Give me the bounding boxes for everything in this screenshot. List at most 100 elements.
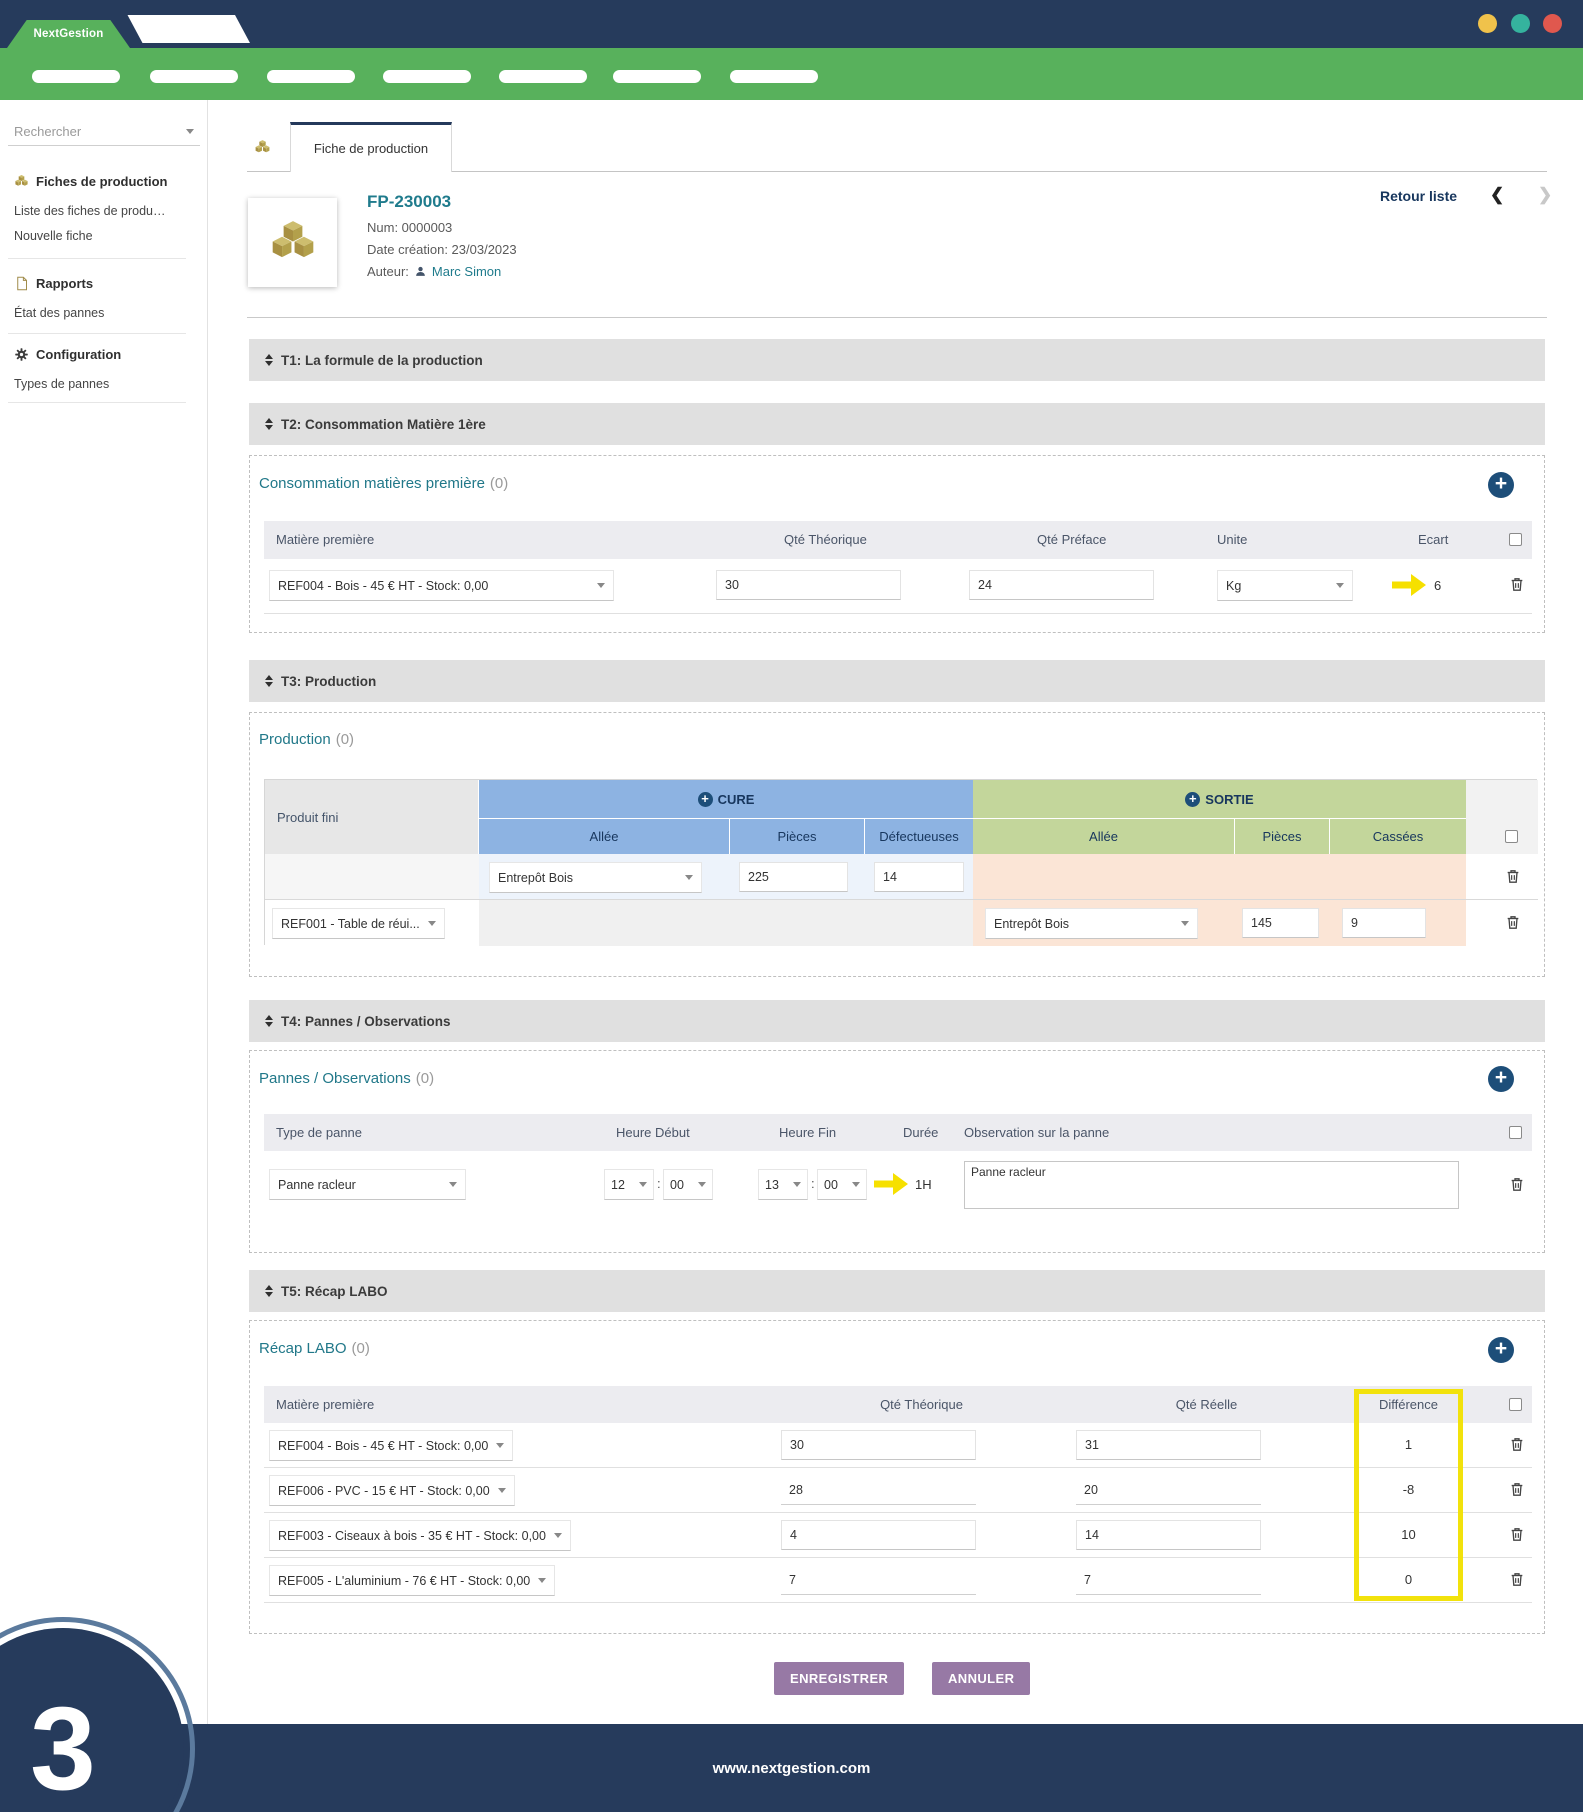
person-icon bbox=[414, 265, 427, 278]
prev-record-chevron[interactable]: ❮ bbox=[1490, 185, 1504, 205]
collapse-icon bbox=[265, 354, 273, 366]
qty-reelle-input[interactable] bbox=[1076, 1520, 1261, 1550]
panel-heading: Production(0) bbox=[259, 731, 354, 748]
qty-theorique-input[interactable] bbox=[781, 1565, 976, 1595]
cubes-icon bbox=[254, 139, 271, 156]
sidebar-item-nouvelle-fiche[interactable]: Nouvelle fiche bbox=[14, 227, 93, 245]
sidebar-item-types-pannes[interactable]: Types de pannes bbox=[14, 375, 109, 393]
window-minimize-dot[interactable] bbox=[1478, 14, 1497, 33]
col-duree: Durée bbox=[903, 1125, 938, 1140]
table-row: Panne racleur 12 : 00 13 : 00 1H Panne bbox=[264, 1151, 1532, 1221]
start-hour-select[interactable]: 12 bbox=[604, 1169, 654, 1200]
material-select[interactable]: REF006 - PVC - 15 € HT - Stock: 0,00 bbox=[269, 1475, 515, 1506]
nav-pill[interactable] bbox=[150, 70, 238, 83]
cure-allee-select[interactable]: Entrepôt Bois bbox=[489, 862, 702, 893]
sortie-group-label: SORTIE bbox=[1205, 792, 1253, 807]
add-row-button[interactable] bbox=[1488, 1066, 1514, 1092]
sortie-pieces-input[interactable] bbox=[1242, 908, 1319, 938]
nav-pill[interactable] bbox=[613, 70, 701, 83]
delete-row-icon[interactable] bbox=[1509, 1481, 1525, 1498]
nav-pill[interactable] bbox=[267, 70, 355, 83]
cubes-icon bbox=[14, 174, 29, 189]
tab-fiche-de-production[interactable]: Fiche de production bbox=[290, 122, 452, 172]
record-thumbnail bbox=[248, 198, 337, 287]
qty-reelle-input[interactable] bbox=[1076, 1430, 1261, 1460]
panel-heading: Consommation matières première(0) bbox=[259, 475, 508, 492]
panel-count: (0) bbox=[416, 1070, 434, 1087]
select-value: 00 bbox=[670, 1178, 684, 1192]
delete-row-icon[interactable] bbox=[1509, 1176, 1525, 1193]
table-row: REF005 - L'aluminium - 76 € HT - Stock: … bbox=[264, 1558, 1532, 1603]
footer: www.nextgestion.com bbox=[0, 1724, 1583, 1812]
sortie-allee-select[interactable]: Entrepôt Bois bbox=[985, 908, 1198, 939]
select-all-checkbox[interactable] bbox=[1509, 1126, 1522, 1139]
nav-pill[interactable] bbox=[32, 70, 120, 83]
produit-fini-select[interactable]: REF001 - Table de réui... bbox=[272, 908, 445, 939]
add-row-button[interactable] bbox=[1488, 1337, 1514, 1363]
delete-row-icon[interactable] bbox=[1509, 1436, 1525, 1453]
add-cure-button[interactable] bbox=[698, 792, 713, 807]
chevron-down-icon bbox=[793, 1182, 801, 1187]
sidebar-item-etat-pannes[interactable]: État des pannes bbox=[14, 304, 104, 322]
report-icon bbox=[14, 276, 29, 291]
section-bar-t3[interactable]: T3: Production bbox=[249, 660, 1545, 702]
select-all-checkbox[interactable] bbox=[1509, 1398, 1522, 1411]
footer-url[interactable]: www.nextgestion.com bbox=[713, 1760, 871, 1777]
cure-defectueuses-input[interactable] bbox=[874, 862, 964, 892]
observation-textarea[interactable]: Panne racleur bbox=[964, 1161, 1459, 1209]
chevron-down-icon bbox=[685, 875, 693, 880]
search-input[interactable]: Rechercher bbox=[8, 118, 200, 146]
material-select[interactable]: REF004 - Bois - 45 € HT - Stock: 0,00 bbox=[269, 570, 614, 601]
sidebar-item-liste-fiches[interactable]: Liste des fiches de produ… bbox=[14, 202, 165, 220]
nav-pill[interactable] bbox=[730, 70, 818, 83]
qty-reelle-input[interactable] bbox=[1076, 1475, 1261, 1505]
qty-theorique-input[interactable] bbox=[781, 1475, 976, 1505]
delete-row-icon[interactable] bbox=[1505, 914, 1521, 931]
unit-select[interactable]: Kg bbox=[1217, 570, 1353, 601]
add-sortie-button[interactable] bbox=[1185, 792, 1200, 807]
next-record-chevron[interactable]: ❯ bbox=[1538, 185, 1552, 205]
chevron-down-icon bbox=[496, 1443, 504, 1448]
cure-pieces-input[interactable] bbox=[739, 862, 848, 892]
back-to-list-link[interactable]: Retour liste bbox=[1380, 188, 1457, 204]
material-select[interactable]: REF004 - Bois - 45 € HT - Stock: 0,00 bbox=[269, 1430, 513, 1461]
qty-theorique-input[interactable] bbox=[781, 1430, 976, 1460]
table-row: REF006 - PVC - 15 € HT - Stock: 0,00 -8 bbox=[264, 1468, 1532, 1513]
start-minute-select[interactable]: 00 bbox=[663, 1169, 713, 1200]
material-select[interactable]: REF005 - L'aluminium - 76 € HT - Stock: … bbox=[269, 1565, 555, 1596]
section-bar-t4[interactable]: T4: Pannes / Observations bbox=[249, 1000, 1545, 1042]
select-all-checkbox[interactable] bbox=[1509, 533, 1522, 546]
sortie-cassees-input[interactable] bbox=[1342, 908, 1426, 938]
table-header: Type de panne Heure Début Heure Fin Duré… bbox=[264, 1114, 1532, 1151]
section-bar-t1[interactable]: T1: La formule de la production bbox=[249, 339, 1545, 381]
save-button[interactable]: ENREGISTRER bbox=[774, 1662, 904, 1695]
chevron-down-icon bbox=[852, 1182, 860, 1187]
window-maximize-dot[interactable] bbox=[1511, 14, 1530, 33]
window-close-dot[interactable] bbox=[1543, 14, 1562, 33]
qty-reelle-input[interactable] bbox=[1076, 1565, 1261, 1595]
nav-pill[interactable] bbox=[383, 70, 471, 83]
delete-row-icon[interactable] bbox=[1505, 868, 1521, 885]
select-all-checkbox[interactable] bbox=[1505, 830, 1518, 843]
qty-preface-input[interactable] bbox=[969, 570, 1154, 600]
nav-pill[interactable] bbox=[499, 70, 587, 83]
section-bar-t2[interactable]: T2: Consommation Matière 1ère bbox=[249, 403, 1545, 445]
end-minute-select[interactable]: 00 bbox=[817, 1169, 867, 1200]
add-row-button[interactable] bbox=[1488, 472, 1514, 498]
section-bar-t5[interactable]: T5: Récap LABO bbox=[249, 1270, 1545, 1312]
qty-theorique-input[interactable] bbox=[781, 1520, 976, 1550]
gear-icon bbox=[14, 347, 29, 362]
qty-theorique-input[interactable] bbox=[716, 570, 901, 600]
cancel-button[interactable]: ANNULER bbox=[932, 1662, 1030, 1695]
panel-recap-labo: Récap LABO(0) Matière première Qté Théor… bbox=[249, 1320, 1545, 1634]
table-row: REF004 - Bois - 45 € HT - Stock: 0,00 1 bbox=[264, 1423, 1532, 1468]
delete-row-icon[interactable] bbox=[1509, 576, 1525, 593]
end-hour-select[interactable]: 13 bbox=[758, 1169, 808, 1200]
author-link[interactable]: Marc Simon bbox=[432, 264, 501, 279]
delete-row-icon[interactable] bbox=[1509, 1526, 1525, 1543]
material-select[interactable]: REF003 - Ciseaux à bois - 35 € HT - Stoc… bbox=[269, 1520, 571, 1551]
type-panne-select[interactable]: Panne racleur bbox=[269, 1169, 466, 1200]
sidebar-section-title: Configuration bbox=[36, 347, 121, 362]
delete-row-icon[interactable] bbox=[1509, 1571, 1525, 1588]
duration-value: 1H bbox=[915, 1177, 932, 1192]
